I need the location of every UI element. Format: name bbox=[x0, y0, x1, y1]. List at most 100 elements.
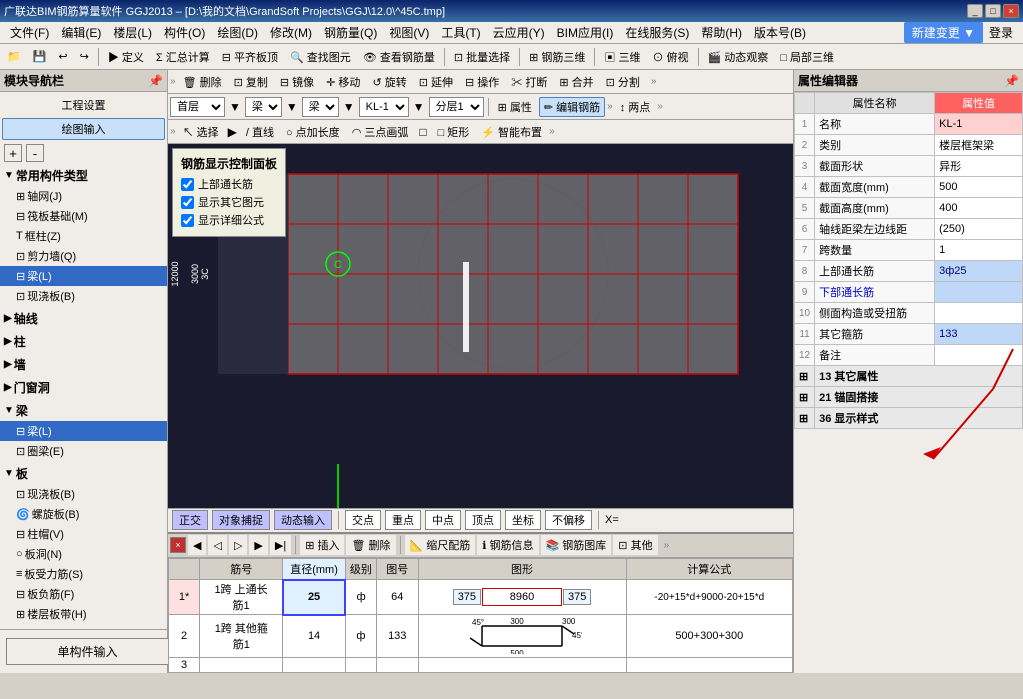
intersection-button[interactable]: 交点 bbox=[345, 510, 381, 530]
delete-row-button[interactable]: 🗑 删除 bbox=[346, 535, 395, 555]
checkbox-show-elements-input[interactable] bbox=[181, 196, 194, 209]
find-drawing-button[interactable]: 🔍 查找图元 bbox=[285, 46, 356, 68]
prop-value-1[interactable]: KL-1 bbox=[935, 114, 1023, 135]
delete-button[interactable]: 🗑 删除 bbox=[178, 72, 227, 92]
open-file-button[interactable]: 📁 bbox=[2, 46, 26, 68]
floor-select[interactable]: 首层 第2层 bbox=[170, 97, 225, 117]
prop-row-display[interactable]: ⊞ 36 显示样式 bbox=[795, 408, 1023, 429]
nav-child-slab-rebar[interactable]: ≡板受力筋(S) bbox=[0, 564, 167, 584]
menu-online[interactable]: 在线服务(S) bbox=[619, 22, 695, 43]
remove-component-button[interactable]: - bbox=[26, 144, 44, 162]
type-select[interactable]: 梁 柱 bbox=[245, 97, 282, 117]
nav-prev-button[interactable]: ◁ bbox=[208, 535, 226, 555]
dynamic-input-button[interactable]: 动态输入 bbox=[274, 510, 332, 530]
beam-name-select[interactable]: 梁 bbox=[302, 97, 339, 117]
nav-group-axis-header[interactable]: ▶ 轴线 bbox=[0, 308, 167, 329]
save-button[interactable]: 💾 bbox=[28, 46, 52, 68]
nav-item-grid[interactable]: ⊞轴网(J) bbox=[0, 186, 167, 206]
nav-group-slab-header[interactable]: ▼ 板 bbox=[0, 463, 167, 484]
menu-component[interactable]: 构件(O) bbox=[158, 22, 211, 43]
scale-rebar-button[interactable]: 📐 缩尺配筋 bbox=[405, 535, 476, 555]
other-button[interactable]: ⊡ 其他 bbox=[613, 535, 657, 555]
minimize-button[interactable]: _ bbox=[967, 4, 983, 18]
nav-item-raft[interactable]: ⊟筏板基础(M) bbox=[0, 206, 167, 226]
nav-child-spiral-slab[interactable]: 🌀螺旋板(B) bbox=[0, 504, 167, 524]
batch-select-button[interactable]: ⊡ 批量选择 bbox=[449, 46, 515, 68]
rect-tool-button[interactable]: □ 矩形 bbox=[433, 122, 475, 142]
prop-value-10[interactable] bbox=[935, 303, 1023, 324]
close-bottom-panel-button[interactable]: × bbox=[170, 537, 186, 553]
prop-value-7[interactable]: 1 bbox=[935, 240, 1023, 261]
add-component-button[interactable]: + bbox=[4, 144, 22, 162]
nav-next-button[interactable]: ▷ bbox=[229, 535, 247, 555]
break-button[interactable]: ✂ 打断 bbox=[506, 72, 552, 92]
vertex-button[interactable]: 顶点 bbox=[465, 510, 501, 530]
engineering-setup-button[interactable]: 工程设置 bbox=[2, 94, 165, 116]
copy-button[interactable]: ⊡ 复制 bbox=[229, 72, 273, 92]
menu-bim[interactable]: BIM应用(I) bbox=[551, 22, 620, 43]
beam-id-select[interactable]: KL-1 KL-2 bbox=[359, 97, 409, 117]
two-point-button[interactable]: ↕ 两点 bbox=[615, 97, 656, 117]
point-length-button[interactable]: ○ 点加长度 bbox=[281, 122, 345, 142]
orthogonal-button[interactable]: 正交 bbox=[172, 510, 208, 530]
3d-button[interactable]: ▣ 三维 bbox=[599, 46, 645, 68]
midpoint-button[interactable]: 中点 bbox=[425, 510, 461, 530]
row1-diameter[interactable]: 25 bbox=[283, 580, 345, 615]
prop-row-other-props[interactable]: ⊞ 13 其它属性 bbox=[795, 366, 1023, 387]
nav-child-column-cap[interactable]: ⊟柱帽(V) bbox=[0, 524, 167, 544]
nav-child-beam-L[interactable]: ⊟梁(L) bbox=[0, 421, 167, 441]
menu-login[interactable]: 登录 bbox=[983, 22, 1019, 43]
stretch-button[interactable]: ⊡ 延伸 bbox=[414, 72, 458, 92]
menu-cloud[interactable]: 云应用(Y) bbox=[487, 22, 551, 43]
redo-button[interactable]: ↪ bbox=[75, 46, 94, 68]
drawing-input-button[interactable]: 绘图输入 bbox=[2, 118, 165, 140]
menu-help[interactable]: 帮助(H) bbox=[695, 22, 748, 43]
undo-button[interactable]: ↩ bbox=[53, 46, 72, 68]
define-button[interactable]: ▶ 定义 bbox=[103, 46, 149, 68]
rotate-button[interactable]: ↺ 旋转 bbox=[367, 72, 411, 92]
prop-value-11[interactable]: 133 bbox=[935, 324, 1023, 345]
sum-button[interactable]: Σ 汇总计算 bbox=[151, 46, 215, 68]
prop-value-3[interactable]: 异形 bbox=[935, 156, 1023, 177]
prop-value-4[interactable]: 500 bbox=[935, 177, 1023, 198]
level-plan-button[interactable]: ⊟ 平齐板顶 bbox=[217, 46, 283, 68]
partial-3d-button[interactable]: □ 局部三维 bbox=[775, 46, 839, 68]
menu-file[interactable]: 文件(F) bbox=[4, 22, 55, 43]
coord-button[interactable]: 坐标 bbox=[505, 510, 541, 530]
dynamic-view-button[interactable]: 🎬 动态观察 bbox=[703, 46, 774, 68]
no-offset-button[interactable]: 不偏移 bbox=[545, 510, 592, 530]
edit-rebar-button[interactable]: ✏ 编辑钢筋 bbox=[539, 97, 605, 117]
menu-rebar-qty[interactable]: 钢筋量(Q) bbox=[318, 22, 383, 43]
nav-group-door-window-header[interactable]: ▶ 门窗洞 bbox=[0, 377, 167, 398]
insert-row-button[interactable]: ⊞ 插入 bbox=[300, 535, 344, 555]
nav-group-wall-header[interactable]: ▶ 墙 bbox=[0, 354, 167, 375]
nav-group-common-header[interactable]: ▼ 常用构件类型 bbox=[0, 165, 167, 186]
mirror-button[interactable]: ⊟ 镜像 bbox=[275, 72, 319, 92]
move-button[interactable]: ✛ 移动 bbox=[321, 72, 365, 92]
nav-child-cast-slab[interactable]: ⊡现浇板(B) bbox=[0, 484, 167, 504]
view-rebar-button[interactable]: 👁 查看钢筋量 bbox=[358, 46, 440, 68]
menu-edit[interactable]: 编辑(E) bbox=[55, 22, 107, 43]
nav-group-beam-header[interactable]: ▼ 梁 bbox=[0, 400, 167, 421]
property-button[interactable]: ⊞ 属性 bbox=[493, 97, 537, 117]
level-select[interactable]: 分层1 分层2 bbox=[429, 97, 484, 117]
menu-modify[interactable]: 修改(M) bbox=[264, 22, 318, 43]
prop-value-9[interactable] bbox=[935, 282, 1023, 303]
prop-value-2[interactable]: 楼层框架梁 bbox=[935, 135, 1023, 156]
menu-version[interactable]: 版本号(B) bbox=[748, 22, 812, 43]
nav-item-shear-wall[interactable]: ⊡剪力墙(Q) bbox=[0, 246, 167, 266]
prop-value-12[interactable] bbox=[935, 345, 1023, 366]
nav-child-floor-strip[interactable]: ⊞楼层板带(H) bbox=[0, 604, 167, 624]
prop-value-8[interactable]: 3ф25 bbox=[935, 261, 1023, 282]
rebar-3d-button[interactable]: ⊞ 钢筋三维 bbox=[524, 46, 590, 68]
split-button[interactable]: ⊡ 分割 bbox=[601, 72, 645, 92]
snap-button[interactable]: 对象捕捉 bbox=[212, 510, 270, 530]
nav-group-pillar-header[interactable]: ▶ 柱 bbox=[0, 331, 167, 352]
checkbox-show-formula-input[interactable] bbox=[181, 214, 194, 227]
rebar-library-button[interactable]: 📚 钢筋图库 bbox=[541, 535, 612, 555]
menu-tools[interactable]: 工具(T) bbox=[435, 22, 486, 43]
maximize-button[interactable]: □ bbox=[985, 4, 1001, 18]
perspective-button[interactable]: ⊙ 俯视 bbox=[647, 46, 693, 68]
merge-button[interactable]: ⊞ 合并 bbox=[554, 72, 598, 92]
nav-child-slab-hole[interactable]: ○板洞(N) bbox=[0, 544, 167, 564]
